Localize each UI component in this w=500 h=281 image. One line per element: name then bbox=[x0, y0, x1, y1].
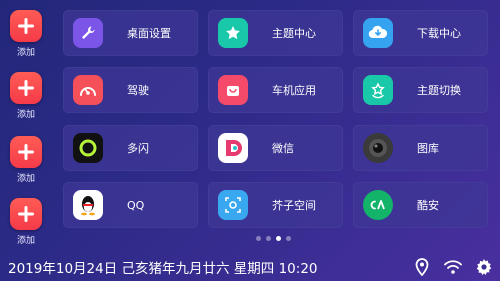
speedometer-icon bbox=[73, 75, 103, 105]
app-tile-jiezi-space[interactable]: 芥子空间 bbox=[208, 182, 343, 228]
app-tile-theme-center[interactable]: 主题中心 bbox=[208, 10, 343, 56]
app-label: QQ bbox=[127, 198, 145, 212]
status-bar: 2019年10月24日 己亥猪年九月廿六 星期四 10:20 bbox=[0, 252, 500, 281]
qq-penguin-icon bbox=[73, 190, 103, 220]
app-tile-qq[interactable]: QQ bbox=[63, 182, 198, 228]
wifi-icon[interactable] bbox=[444, 258, 462, 276]
add-label: 添加 bbox=[16, 236, 35, 246]
add-slot[interactable]: 添加 bbox=[0, 198, 52, 246]
page-dot[interactable] bbox=[256, 236, 261, 241]
jiezi-app-icon bbox=[218, 190, 248, 220]
add-label: 添加 bbox=[16, 110, 35, 120]
date-time-text: 2019年10月24日 己亥猪年九月廿六 星期四 10:20 bbox=[8, 261, 318, 277]
plus-icon bbox=[18, 18, 34, 34]
add-rail: 添加 添加 添加 添加 bbox=[0, 0, 52, 250]
wechat-app-icon bbox=[218, 133, 248, 163]
app-tile-gallery[interactable]: 图库 bbox=[353, 125, 488, 171]
add-slot[interactable]: 添加 bbox=[0, 72, 52, 120]
location-icon[interactable] bbox=[413, 258, 431, 276]
app-label: 芥子空间 bbox=[272, 199, 316, 212]
add-label: 添加 bbox=[16, 48, 35, 58]
shopping-bag-icon bbox=[218, 75, 248, 105]
settings-gear-icon[interactable] bbox=[475, 258, 493, 276]
page-dot-active[interactable] bbox=[276, 236, 281, 241]
plus-icon bbox=[18, 144, 34, 160]
add-slot[interactable]: 添加 bbox=[0, 10, 52, 58]
app-label: 主题中心 bbox=[272, 27, 316, 40]
page-indicator bbox=[256, 236, 291, 241]
app-tile-wechat[interactable]: 微信 bbox=[208, 125, 343, 171]
app-label: 下载中心 bbox=[417, 27, 461, 40]
add-slot[interactable]: 添加 bbox=[0, 136, 52, 184]
plus-icon bbox=[18, 80, 34, 96]
app-label: 多闪 bbox=[127, 142, 149, 155]
star-refresh-icon bbox=[363, 75, 393, 105]
camera-lens-icon bbox=[363, 133, 393, 163]
app-label: 图库 bbox=[417, 142, 439, 155]
app-label: 驾驶 bbox=[127, 84, 149, 97]
page-dot[interactable] bbox=[266, 236, 271, 241]
add-button[interactable] bbox=[10, 72, 42, 104]
add-button[interactable] bbox=[10, 198, 42, 230]
app-label: 微信 bbox=[272, 142, 294, 155]
page-dot[interactable] bbox=[286, 236, 291, 241]
app-tile-desktop-settings[interactable]: 桌面设置 bbox=[63, 10, 198, 56]
app-tile-theme-switch[interactable]: 主题切换 bbox=[353, 67, 488, 113]
app-tile-driving[interactable]: 驾驶 bbox=[63, 67, 198, 113]
app-tile-duoshan[interactable]: 多闪 bbox=[63, 125, 198, 171]
plus-icon bbox=[18, 206, 34, 222]
app-label: 酷安 bbox=[417, 199, 439, 212]
app-label: 主题切换 bbox=[417, 84, 461, 97]
wrench-icon bbox=[73, 18, 103, 48]
coolapk-icon bbox=[363, 190, 393, 220]
add-button[interactable] bbox=[10, 10, 42, 42]
add-label: 添加 bbox=[16, 174, 35, 184]
duoshan-app-icon bbox=[73, 133, 103, 163]
cloud-download-icon bbox=[363, 18, 393, 48]
star-icon bbox=[218, 18, 248, 48]
app-tile-car-apps[interactable]: 车机应用 bbox=[208, 67, 343, 113]
app-label: 桌面设置 bbox=[127, 27, 171, 40]
app-tile-download-center[interactable]: 下载中心 bbox=[353, 10, 488, 56]
app-label: 车机应用 bbox=[272, 84, 316, 97]
add-button[interactable] bbox=[10, 136, 42, 168]
app-tile-coolapk[interactable]: 酷安 bbox=[353, 182, 488, 228]
